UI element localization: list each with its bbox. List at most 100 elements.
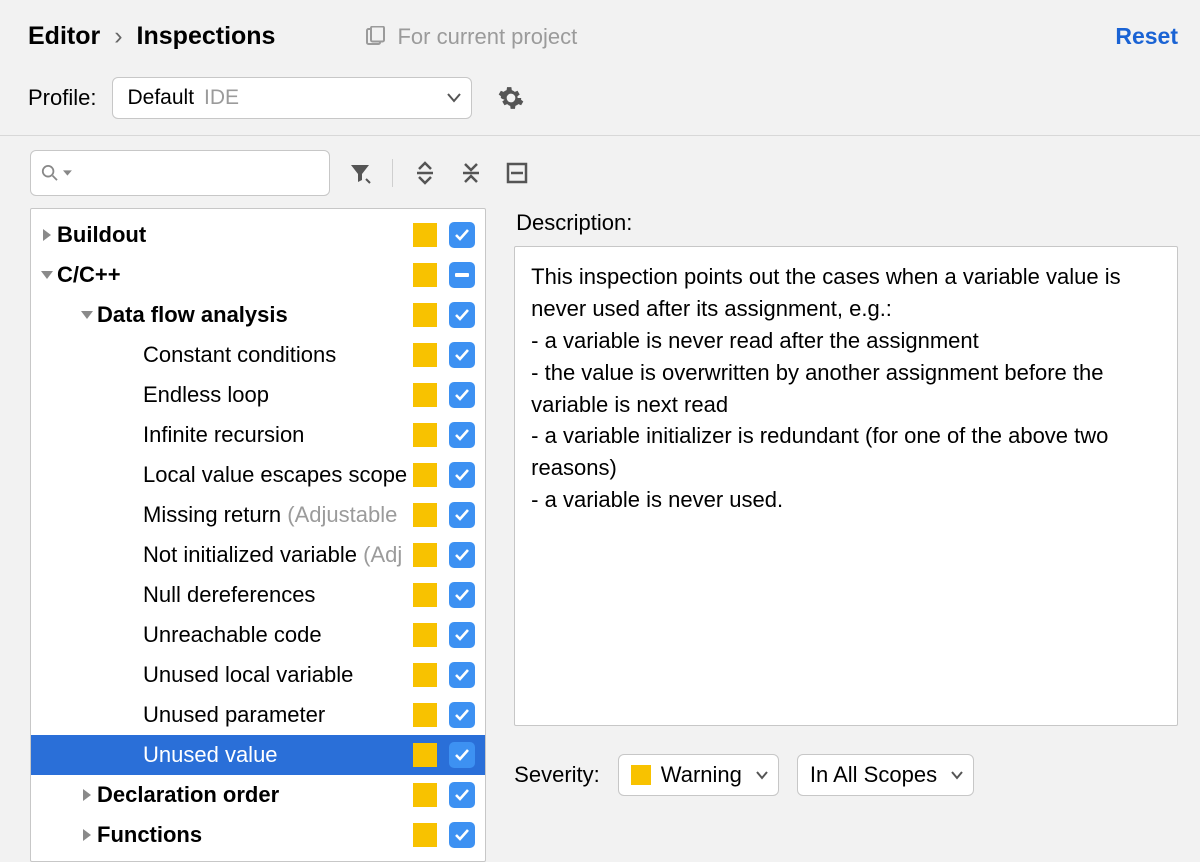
severity-swatch: [631, 765, 651, 785]
severity-level-value: Warning: [661, 762, 742, 788]
tree-node-label: Endless loop: [143, 382, 407, 408]
inspections-tree[interactable]: Buildout C/C++ Data flow analysis: [30, 208, 486, 862]
severity-swatch: [413, 263, 437, 287]
tree-node-label: Infinite recursion: [143, 422, 407, 448]
reset-defaults-button[interactable]: [501, 157, 533, 189]
filter-button[interactable]: [344, 157, 376, 189]
inspection-checkbox[interactable]: [449, 822, 475, 848]
separator: [392, 159, 393, 187]
tree-node-label: Unreachable code: [143, 622, 407, 648]
severity-swatch: [413, 423, 437, 447]
tree-node-label: Unused local variable: [143, 662, 407, 688]
collapse-all-icon: [459, 161, 483, 185]
scope-indicator: For current project: [365, 24, 577, 50]
severity-scope-select[interactable]: In All Scopes: [797, 754, 974, 796]
chevron-right-icon: ›: [114, 22, 122, 51]
tree-leaf-endless-loop[interactable]: Endless loop: [31, 375, 485, 415]
gear-icon: [498, 85, 524, 111]
inspection-checkbox[interactable]: [449, 262, 475, 288]
tree-leaf-local-value-escapes[interactable]: Local value escapes scope: [31, 455, 485, 495]
profile-name: Default: [127, 86, 194, 110]
inspection-checkbox[interactable]: [449, 742, 475, 768]
disclosure-collapsed-icon[interactable]: [77, 788, 97, 802]
dropdown-icon: [756, 771, 768, 780]
tree-leaf-unused-value[interactable]: Unused value: [31, 735, 485, 775]
disclosure-collapsed-icon[interactable]: [37, 228, 57, 242]
tree-node-ccpp[interactable]: C/C++: [31, 255, 485, 295]
tree-leaf-constant-conditions[interactable]: Constant conditions: [31, 335, 485, 375]
dropdown-icon: [951, 771, 963, 780]
profile-label: Profile:: [28, 85, 96, 111]
inspection-checkbox[interactable]: [449, 622, 475, 648]
inspection-checkbox[interactable]: [449, 222, 475, 248]
project-scope-icon: [365, 26, 387, 48]
profile-row: Profile: Default IDE: [0, 69, 1200, 136]
inspection-checkbox[interactable]: [449, 662, 475, 688]
severity-scope-value: In All Scopes: [810, 762, 937, 788]
tree-leaf-unused-parameter[interactable]: Unused parameter: [31, 695, 485, 735]
severity-swatch: [413, 223, 437, 247]
inspection-checkbox[interactable]: [449, 462, 475, 488]
inspection-checkbox[interactable]: [449, 302, 475, 328]
severity-swatch: [413, 623, 437, 647]
dropdown-icon: [447, 93, 461, 103]
tree-node-functions[interactable]: Functions: [31, 815, 485, 855]
reset-link[interactable]: Reset: [1115, 23, 1178, 50]
description-text: This inspection points out the cases whe…: [514, 246, 1178, 726]
severity-swatch: [413, 823, 437, 847]
inspection-checkbox[interactable]: [449, 342, 475, 368]
disclosure-expanded-icon[interactable]: [77, 309, 97, 321]
disclosure-collapsed-icon[interactable]: [77, 828, 97, 842]
inspection-checkbox[interactable]: [449, 782, 475, 808]
tree-leaf-unreachable-code[interactable]: Unreachable code: [31, 615, 485, 655]
inspection-checkbox[interactable]: [449, 582, 475, 608]
inspection-checkbox[interactable]: [449, 502, 475, 528]
search-field[interactable]: [72, 161, 319, 185]
tree-node-declaration-order[interactable]: Declaration order: [31, 775, 485, 815]
tree-leaf-unused-local-variable[interactable]: Unused local variable: [31, 655, 485, 695]
header-bar: Editor › Inspections For current project…: [0, 0, 1200, 69]
inspection-checkbox[interactable]: [449, 542, 475, 568]
tree-node-label: Buildout: [57, 222, 407, 248]
tree-node-label: Constant conditions: [143, 342, 407, 368]
tree-node-data-flow[interactable]: Data flow analysis: [31, 295, 485, 335]
severity-swatch: [413, 343, 437, 367]
severity-swatch: [413, 503, 437, 527]
severity-row: Severity: Warning In All Scopes: [514, 754, 1178, 796]
inspection-checkbox[interactable]: [449, 422, 475, 448]
tree-leaf-infinite-recursion[interactable]: Infinite recursion: [31, 415, 485, 455]
breadcrumb-leaf: Inspections: [137, 22, 276, 51]
inspections-toolbar: [0, 136, 1200, 204]
search-icon: [41, 163, 59, 183]
tree-node-label: Null dereferences: [143, 582, 407, 608]
expand-all-icon: [413, 161, 437, 185]
severity-swatch: [413, 543, 437, 567]
tree-leaf-missing-return[interactable]: Missing return (Adjustable: [31, 495, 485, 535]
breadcrumb: Editor › Inspections: [28, 22, 275, 51]
tree-node-label: Functions: [97, 822, 407, 848]
inspection-checkbox[interactable]: [449, 382, 475, 408]
breadcrumb-root[interactable]: Editor: [28, 22, 100, 51]
tree-node-buildout[interactable]: Buildout: [31, 215, 485, 255]
tree-leaf-null-dereferences[interactable]: Null dereferences: [31, 575, 485, 615]
tree-node-label: Unused value: [143, 742, 407, 768]
reset-icon: [506, 162, 528, 184]
severity-level-select[interactable]: Warning: [618, 754, 779, 796]
tree-node-label: Declaration order: [97, 782, 407, 808]
collapse-all-button[interactable]: [455, 157, 487, 189]
search-input[interactable]: [30, 150, 330, 196]
severity-label: Severity:: [514, 762, 600, 788]
funnel-icon: [348, 161, 372, 185]
tree-node-label: Not initialized variable (Adj: [143, 542, 407, 568]
severity-swatch: [413, 383, 437, 407]
tree-leaf-not-initialized-variable[interactable]: Not initialized variable (Adj: [31, 535, 485, 575]
severity-swatch: [413, 783, 437, 807]
expand-all-button[interactable]: [409, 157, 441, 189]
profile-select[interactable]: Default IDE: [112, 77, 472, 119]
disclosure-expanded-icon[interactable]: [37, 269, 57, 281]
severity-swatch: [413, 743, 437, 767]
inspection-checkbox[interactable]: [449, 702, 475, 728]
profile-settings-button[interactable]: [498, 85, 524, 111]
severity-swatch: [413, 463, 437, 487]
tree-node-label: Unused parameter: [143, 702, 407, 728]
